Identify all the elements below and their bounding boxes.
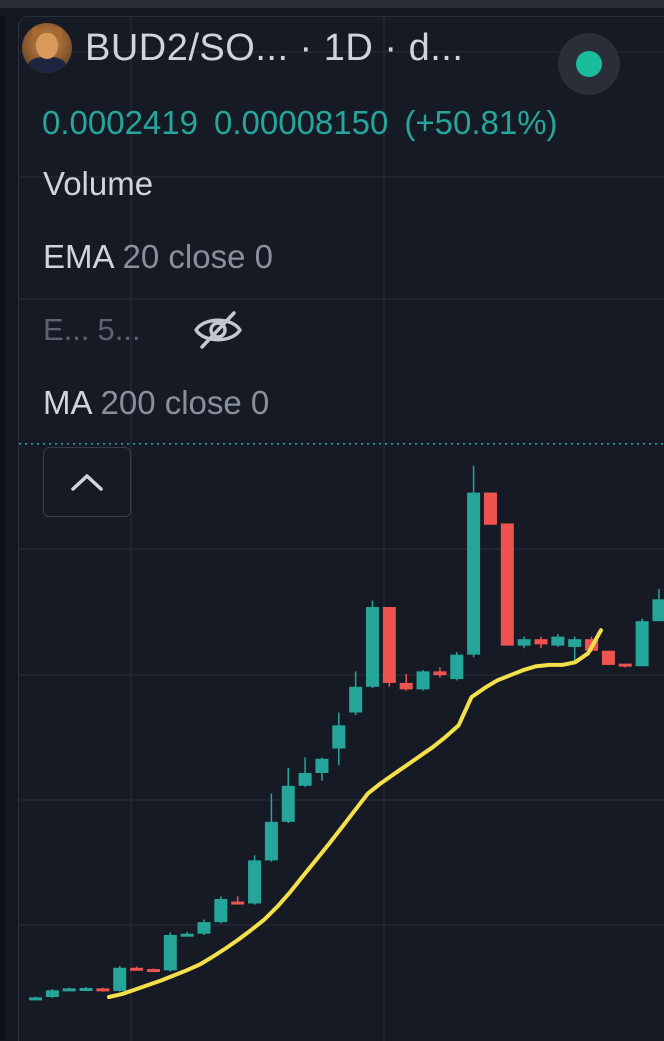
candle-body [551,636,565,646]
candle-body [652,599,664,622]
candle-body [281,785,295,822]
market-status-indicator[interactable] [558,33,620,95]
candle[interactable] [450,652,464,681]
left-edge-strip [0,16,6,1040]
window-top-bar [0,0,664,8]
candle-body [601,650,615,665]
candle[interactable] [315,757,329,781]
candle[interactable] [298,757,312,788]
candle-body [399,682,413,690]
indicator-params: 20 close 0 [122,238,273,275]
candle-body [231,901,245,905]
candle[interactable] [399,673,413,691]
candle[interactable] [349,671,363,716]
candle[interactable] [113,965,127,992]
candle[interactable] [45,988,59,998]
candle-body [366,607,379,687]
candle-body [79,987,93,991]
indicator-name: E... [43,312,90,347]
price-change: 0.00008150 [214,104,389,141]
candle[interactable] [382,607,396,687]
candle[interactable] [332,712,346,766]
candle[interactable] [467,465,481,658]
eye-off-icon[interactable] [192,309,244,351]
candle[interactable] [29,996,42,1001]
candle-body [248,860,262,904]
chevron-up-icon [71,474,103,491]
candle-body [517,639,531,646]
candle[interactable] [652,589,664,622]
candle[interactable] [197,919,211,935]
indicator-name: Volume [43,165,154,202]
candle[interactable] [180,931,194,937]
price-readout: 0.0002419 0.00008150 (+50.81%) [42,104,574,142]
candle[interactable] [551,634,565,647]
symbol-title[interactable]: BUD2/SO... · 1D · d... [85,27,463,70]
candle-body [29,997,42,1001]
indicator-params: 200 close 0 [100,384,270,421]
candle[interactable] [618,663,632,668]
symbol-header[interactable]: BUD2/SO... · 1D · d... [22,23,463,73]
price-change-percent: (+50.81%) [404,104,558,141]
candle[interactable] [281,767,295,824]
token-avatar [22,23,72,73]
candle[interactable] [214,896,228,924]
candle-body [483,492,497,525]
candle-body [534,639,548,645]
candle-body [450,654,464,680]
candle-body [635,621,649,667]
candle[interactable] [264,793,278,862]
candle-body [62,988,76,992]
candle-body [416,671,430,690]
candle[interactable] [601,650,615,665]
candle-body [180,933,194,937]
indicator-hidden-ema[interactable]: E... 5... [43,312,141,348]
candle-body [315,758,329,773]
candle-body [45,990,59,997]
candle-body [349,686,363,713]
candle[interactable] [517,636,531,649]
candle[interactable] [248,855,262,905]
candle[interactable] [146,968,160,973]
candle-body [500,523,514,646]
candle[interactable] [96,987,110,992]
candle-body [568,639,582,647]
candle-body [467,492,481,655]
candle-body [146,969,160,973]
candle[interactable] [163,932,177,972]
indicator-ma-200[interactable]: MA 200 close 0 [43,384,269,422]
candle[interactable] [79,987,93,991]
candle[interactable] [500,523,514,646]
candle[interactable] [416,670,430,691]
candle-body [130,967,144,971]
candle-body [332,725,346,749]
candle-body [298,772,312,786]
collapse-legend-button[interactable] [43,447,131,517]
indicator-volume[interactable]: Volume [43,165,153,203]
candle[interactable] [433,667,447,678]
candle[interactable] [366,600,379,689]
indicator-params: 5... [97,312,141,347]
candle[interactable] [483,492,497,525]
candle[interactable] [231,896,245,905]
candle[interactable] [635,618,649,667]
candle-body [618,663,632,667]
indicator-name: MA [43,384,93,421]
indicator-name: EMA [43,238,115,275]
indicator-ema-20[interactable]: EMA 20 close 0 [43,238,273,276]
status-dot-icon [576,51,602,77]
last-price: 0.0002419 [42,104,198,141]
candle-body [197,922,211,934]
candle-body [163,934,177,971]
candle[interactable] [534,636,548,649]
candle-body [113,967,127,991]
candle[interactable] [130,966,144,971]
candle-body [264,821,278,861]
candle-body [382,607,396,683]
candle-body [96,988,110,992]
candle-body [214,898,228,923]
candle[interactable] [62,987,76,992]
candle-body [433,671,447,676]
